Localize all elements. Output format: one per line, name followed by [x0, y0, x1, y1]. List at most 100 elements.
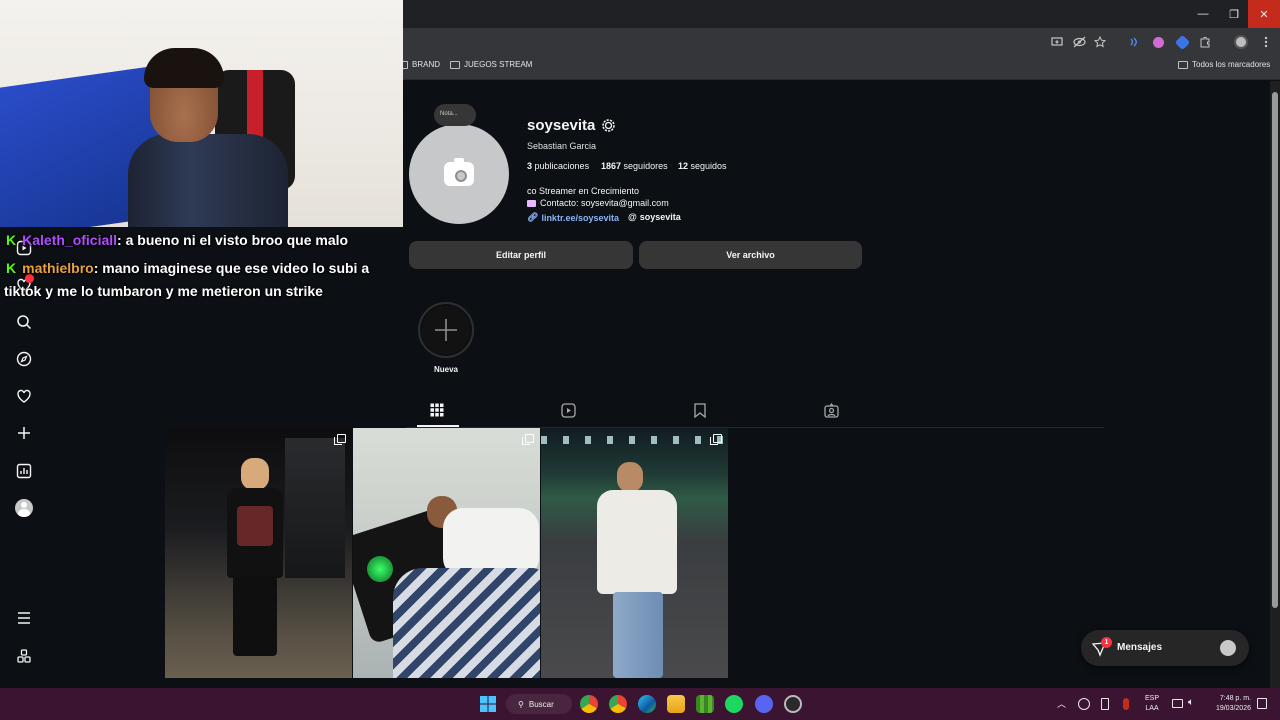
link-icon: 🔗︎ — [527, 212, 539, 222]
extension-pink-icon[interactable] — [1150, 34, 1166, 50]
bookmark-brand[interactable]: BRAND — [398, 60, 440, 69]
tab-saved-bookmark-icon[interactable] — [693, 403, 709, 419]
chat-text: tiktok y me lo tumbaron y me metieron un… — [4, 283, 323, 299]
eye-off-icon[interactable] — [1071, 34, 1087, 50]
chat-text: : a bueno ni el visto broo que malo — [117, 232, 349, 248]
file-explorer-icon[interactable] — [667, 695, 685, 713]
also-from-meta-icon[interactable] — [14, 646, 34, 666]
usb-icon[interactable] — [1101, 698, 1109, 710]
minimize-button[interactable]: — — [1187, 0, 1219, 28]
bio-link[interactable]: 🔗︎ linktr.ee/soysevita — [527, 212, 619, 223]
chat-message: K Kaleth_oficiall: a bueno ni el visto br… — [6, 229, 348, 252]
microphone-icon[interactable] — [1123, 698, 1129, 710]
tab-active-indicator — [417, 425, 459, 427]
multiple-images-icon — [710, 434, 722, 445]
view-archive-button[interactable]: Ver archivo — [639, 241, 862, 269]
clock[interactable]: 7:48 p. m. 19/03/2026 — [1207, 694, 1251, 714]
post-thumbnail[interactable] — [541, 428, 728, 678]
bookmark-all[interactable]: Todos los marcadores — [1178, 60, 1270, 69]
speaker-icon[interactable]: 🔈︎ — [1188, 697, 1194, 708]
multiple-images-icon — [334, 434, 346, 445]
language-indicator[interactable]: ESP LAA — [1145, 694, 1159, 714]
chat-username: mathielbro — [22, 260, 94, 276]
following-count[interactable]: 12 seguidos — [678, 161, 727, 171]
bookmark-label: JUEGOS STREAM — [464, 60, 533, 69]
webcam-overlay — [0, 0, 403, 227]
chat-username: Kaleth_oficiall — [22, 232, 118, 248]
folder-icon — [1178, 60, 1188, 69]
note-bubble[interactable]: Nota... — [434, 104, 476, 126]
multiple-images-icon — [522, 434, 534, 445]
post-thumbnail[interactable] — [165, 428, 352, 678]
plus-icon — [435, 319, 457, 341]
tab-posts-grid-icon[interactable] — [430, 403, 446, 419]
bio-line: co Streamer en Crecimiento — [527, 186, 640, 196]
new-highlight-button[interactable] — [418, 302, 474, 358]
kick-badge-icon: K — [6, 232, 17, 248]
threads-link[interactable]: @ soysevita — [628, 212, 681, 222]
tab-reels-icon[interactable] — [561, 403, 577, 419]
discord-icon[interactable] — [755, 695, 773, 713]
more-hamburger-icon[interactable] — [14, 608, 34, 628]
scrollbar-thumb[interactable] — [1272, 92, 1278, 608]
posts-count: 3 publicaciones — [527, 161, 590, 171]
kick-badge-icon: K — [6, 260, 17, 276]
messages-badge: 1 — [1101, 637, 1112, 648]
chat-message-continued: tiktok y me lo tumbaron y me metieron un… — [4, 280, 323, 303]
explore-compass-icon[interactable] — [14, 349, 34, 369]
profile-avatar-icon[interactable] — [1233, 34, 1249, 50]
more-menu-icon[interactable] — [1258, 34, 1274, 50]
extension-wave-icon[interactable] — [1126, 34, 1142, 50]
bio-contact: Contacto: soysevita@gmail.com — [527, 198, 669, 208]
followers-count[interactable]: 1867 seguidores — [601, 161, 668, 171]
notification-bell-icon[interactable] — [1257, 698, 1267, 709]
network-monitor-icon[interactable] — [1172, 699, 1183, 708]
messages-label: Mensajes — [1117, 642, 1163, 653]
tab-tagged-icon[interactable] — [824, 403, 840, 419]
bookmark-label: Todos los marcadores — [1192, 60, 1271, 69]
install-app-icon[interactable] — [1049, 34, 1065, 50]
minecraft-icon[interactable] — [696, 695, 714, 713]
chrome-profile-icon[interactable] — [609, 695, 627, 713]
create-plus-icon[interactable] — [14, 423, 34, 443]
start-windows-icon[interactable] — [479, 695, 497, 713]
chrome-icon[interactable] — [580, 695, 598, 713]
profile-full-name: Sebastian Garcia — [527, 141, 597, 151]
settings-gear-icon[interactable] — [601, 118, 616, 138]
dashboard-chart-icon[interactable] — [14, 461, 34, 481]
new-highlight-label: Nueva — [433, 365, 458, 374]
obs-icon[interactable] — [784, 695, 802, 713]
folder-icon — [450, 60, 460, 69]
messages-button[interactable]: 1 Mensajes — [1081, 630, 1249, 666]
search-icon[interactable] — [14, 312, 34, 332]
tray-app-icon[interactable] — [1078, 698, 1090, 710]
camera-icon — [444, 158, 474, 186]
profile-photo[interactable] — [409, 124, 509, 224]
taskbar-search[interactable]: ⚲ Buscar — [506, 694, 572, 714]
extensions-puzzle-icon[interactable] — [1197, 34, 1213, 50]
edge-icon[interactable] — [638, 695, 656, 713]
minimize-icon: — — [1197, 8, 1209, 20]
bookmark-label: BRAND — [412, 60, 441, 69]
threads-icon: @ — [628, 212, 637, 222]
close-button[interactable]: ✕ — [1248, 0, 1280, 28]
profile-username: soysevita — [527, 117, 596, 134]
tray-overflow-chevron-icon[interactable]: ︿ — [1057, 697, 1066, 710]
bookmark-juegos-stream[interactable]: JUEGOS STREAM — [450, 60, 532, 69]
screen: — ❐ ✕ BRAND JUEGOS STREAM Todos los marc… — [0, 0, 1280, 720]
webcam-streamer — [118, 48, 318, 227]
chat-message: Kmathielbro: mano imaginese que ese vide… — [6, 257, 369, 280]
close-icon: ✕ — [1259, 8, 1269, 21]
edit-profile-button[interactable]: Editar perfil — [409, 241, 633, 269]
maximize-icon: ❐ — [1229, 8, 1239, 21]
post-thumbnail[interactable] — [353, 428, 540, 678]
messages-avatar — [1220, 640, 1236, 656]
activity-heart-icon[interactable] — [14, 386, 34, 406]
search-icon: ⚲ — [518, 699, 524, 709]
maximize-button[interactable]: ❐ — [1218, 0, 1250, 28]
profile-avatar-icon[interactable] — [14, 498, 34, 518]
chat-text: : mano imaginese que ese video lo subi a — [93, 260, 370, 276]
extension-blue-icon[interactable] — [1174, 34, 1190, 50]
star-bookmark-icon[interactable] — [1092, 34, 1108, 50]
spotify-icon[interactable] — [725, 695, 743, 713]
